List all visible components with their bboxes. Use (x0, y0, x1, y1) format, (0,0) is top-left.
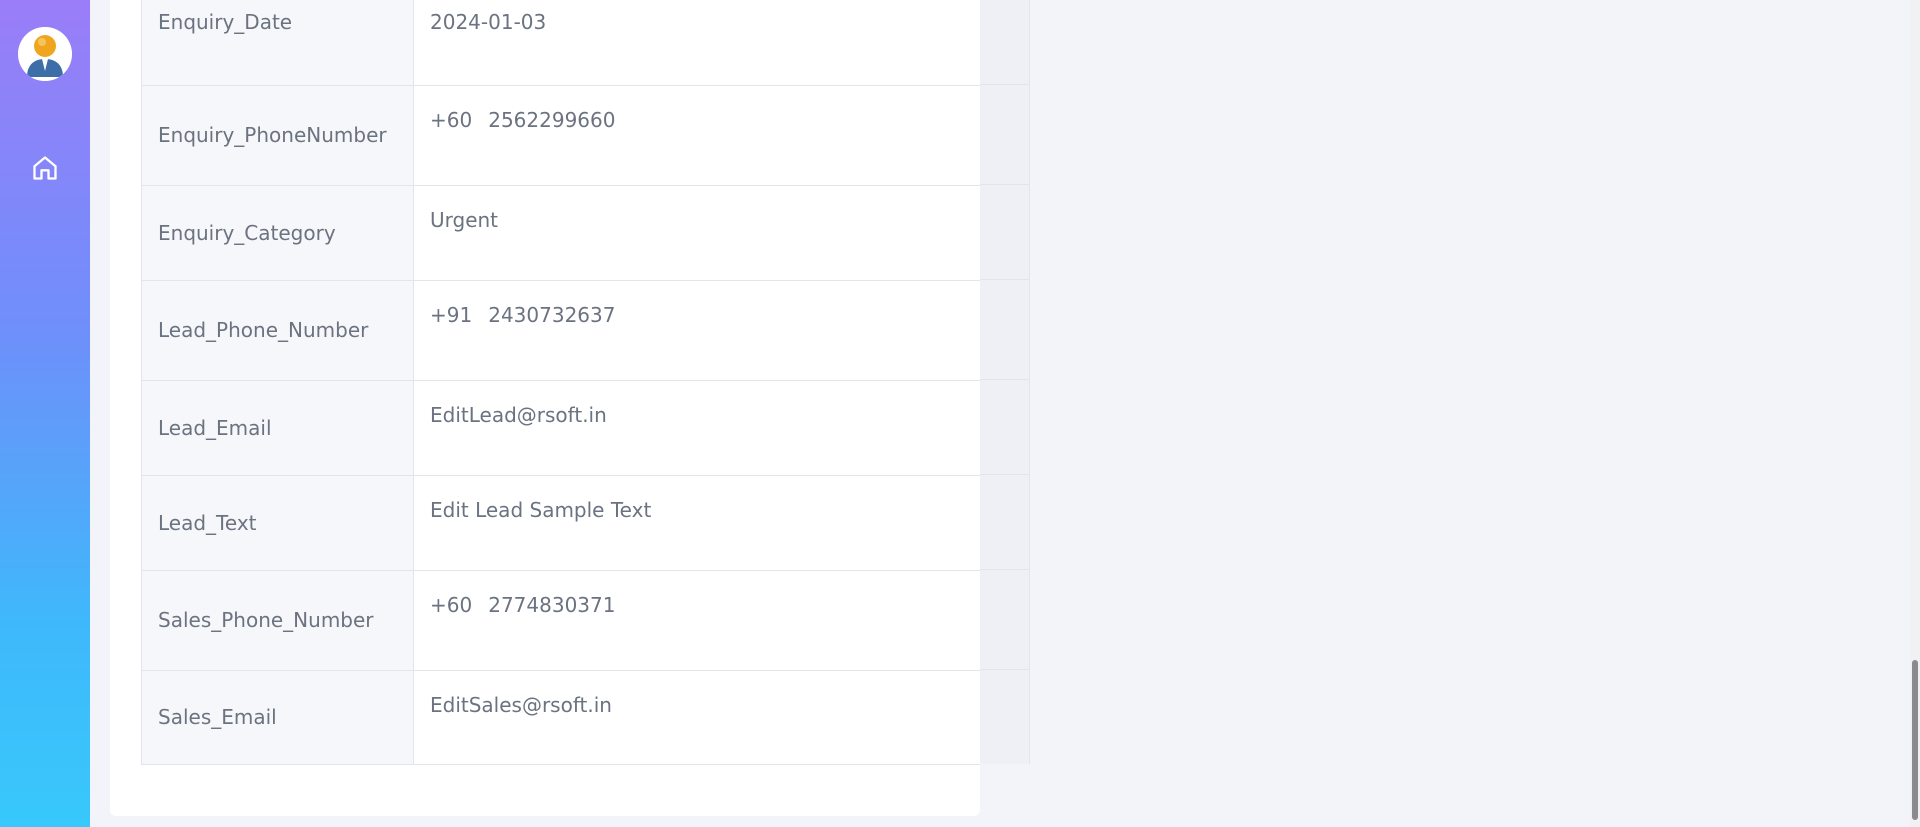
row-value: EditLead@rsoft.in (413, 379, 980, 476)
table-row: Enquiry_Date 2024-01-03 (141, 0, 980, 86)
table-row: Lead_Text Edit Lead Sample Text (141, 474, 980, 571)
country-code: +60 (430, 107, 473, 132)
email-value: EditSales@rsoft.in (430, 692, 612, 717)
row-value: +60 2562299660 (413, 84, 980, 186)
row-label: Enquiry_Category (141, 184, 414, 281)
details-table: Enquiry_Date 2024-01-03 Enquiry_PhoneNum… (141, 0, 980, 765)
country-code: +91 (430, 302, 473, 327)
table-row: Enquiry_Category Urgent (141, 184, 980, 281)
row-value: +91 2430732637 (413, 279, 980, 381)
home-icon[interactable] (31, 154, 59, 182)
row-label: Enquiry_PhoneNumber (141, 84, 414, 186)
row-label: Lead_Text (141, 474, 414, 571)
row-value: 2024-01-03 (413, 0, 980, 86)
row-label: Sales_Email (141, 669, 414, 765)
table-row: Lead_Phone_Number +91 2430732637 (141, 279, 980, 381)
category-value: Urgent (430, 207, 499, 232)
row-value: +60 2774830371 (413, 569, 980, 671)
row-label: Enquiry_Date (141, 0, 414, 86)
vertical-scrollbar[interactable] (1910, 0, 1920, 827)
phone-number: 2562299660 (488, 107, 616, 132)
scrollbar-thumb[interactable] (1912, 660, 1918, 820)
enquiry-date-value: 2024-01-03 (430, 10, 547, 34)
table-row: Sales_Email EditSales@rsoft.in (141, 669, 980, 765)
row-label: Lead_Phone_Number (141, 279, 414, 381)
table-row: Sales_Phone_Number +60 2774830371 (141, 569, 980, 671)
text-value: Edit Lead Sample Text (430, 497, 652, 522)
row-value: Urgent (413, 184, 980, 281)
phone-number: 2430732637 (488, 302, 616, 327)
email-value: EditLead@rsoft.in (430, 402, 607, 427)
row-label: Lead_Email (141, 379, 414, 476)
phone-number: 2774830371 (488, 592, 616, 617)
row-value: Edit Lead Sample Text (413, 474, 980, 571)
row-value: EditSales@rsoft.in (413, 669, 980, 765)
table-overflow-strip (980, 0, 1030, 764)
country-code: +60 (430, 592, 473, 617)
sidebar (0, 0, 90, 827)
table-row: Lead_Email EditLead@rsoft.in (141, 379, 980, 476)
user-avatar-icon[interactable] (18, 27, 72, 81)
row-label: Sales_Phone_Number (141, 569, 414, 671)
table-row: Enquiry_PhoneNumber +60 2562299660 (141, 84, 980, 186)
